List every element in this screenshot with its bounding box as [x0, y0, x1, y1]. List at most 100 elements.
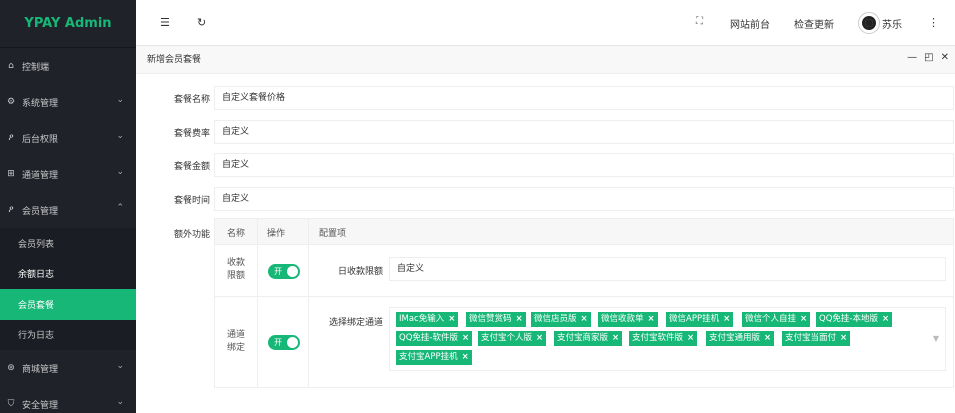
chevron-down-icon: ⌄	[116, 167, 124, 177]
sidebar-subitem-behavior-log[interactable]: 行为日志	[0, 320, 136, 351]
remove-tag-icon[interactable]: ×	[687, 333, 694, 343]
remove-tag-icon[interactable]: ×	[648, 314, 655, 324]
user-icon: ዖ	[8, 133, 14, 143]
close-icon[interactable]: ✕	[941, 52, 949, 63]
channel-tag-label: 支付宝个人版	[481, 333, 533, 343]
sidebar-item-label: 后台权限	[22, 134, 59, 145]
channel-tag[interactable]: 微信APP挂机 ×	[666, 312, 734, 327]
field-label: 套餐时间	[173, 196, 210, 206]
remove-tag-icon[interactable]: ×	[581, 314, 588, 324]
site-front-link[interactable]: 网站前台	[730, 16, 770, 31]
remove-tag-icon[interactable]: ×	[516, 314, 523, 324]
sidebar-item-label: 会员管理	[22, 206, 59, 217]
check-update-link[interactable]: 检查更新	[794, 16, 834, 31]
row-name-line: 通道	[226, 330, 245, 340]
top-header: ☰ ↻ ⛶ 网站前台 检查更新 苏乐 ⋮	[136, 0, 955, 46]
sidebar-item-security[interactable]: ⛉ 安全管理 ⌄	[0, 386, 136, 413]
field-label: 套餐费率	[173, 129, 210, 139]
menu-toggle-icon[interactable]: ☰	[160, 16, 170, 29]
panel-tools: — ◰ ✕	[907, 52, 949, 63]
channel-binding-toggle[interactable]: 开	[268, 335, 300, 350]
refresh-icon[interactable]: ↻	[197, 16, 206, 29]
form-panel: 新增会员套餐 — ◰ ✕ 套餐名称 自定义套餐价格 套餐费率 自定义 套餐金额 …	[136, 46, 955, 413]
channel-tag[interactable]: 支付宝APP挂机 ×	[396, 350, 472, 365]
user-icon: ዖ	[8, 205, 14, 215]
channel-tag[interactable]: 支付宝个人版 ×	[478, 331, 547, 346]
username[interactable]: 苏乐	[882, 16, 902, 31]
sidebar-item-label: 安全管理	[22, 400, 59, 411]
maximize-icon[interactable]: ◰	[924, 52, 933, 63]
form-row-name: 套餐名称 自定义套餐价格	[136, 86, 955, 110]
plan-name-input[interactable]: 自定义套餐价格	[214, 86, 954, 110]
plan-amount-input[interactable]: 自定义	[214, 153, 954, 177]
remove-tag-icon[interactable]: ×	[764, 333, 771, 343]
avatar[interactable]	[858, 12, 880, 34]
app-logo[interactable]: YPAY Admin	[0, 0, 136, 48]
toggle-label: 开	[274, 267, 282, 276]
row-name-line: 绑定	[226, 343, 245, 353]
toggle-label: 开	[274, 338, 282, 347]
remove-tag-icon[interactable]: ×	[723, 314, 730, 324]
remove-tag-icon[interactable]: ×	[882, 314, 889, 324]
remove-tag-icon[interactable]: ×	[448, 314, 455, 324]
dropdown-caret-icon[interactable]: ▼	[933, 334, 939, 343]
channel-tag-label: 微信店员版	[534, 314, 577, 324]
remove-tag-icon[interactable]: ×	[800, 314, 807, 324]
channel-tag[interactable]: 支付宝商家版 ×	[554, 331, 623, 346]
plan-duration-input[interactable]: 自定义	[214, 187, 954, 211]
remove-tag-icon[interactable]: ×	[612, 333, 619, 343]
table-header: 名称 操作 配置项	[215, 219, 953, 245]
sidebar-item-members[interactable]: ዖ 会员管理 ⌃	[0, 192, 136, 228]
sidebar-item-label: 商城管理	[22, 364, 59, 375]
chevron-down-icon: ⌄	[116, 95, 124, 105]
remove-tag-icon[interactable]: ×	[462, 352, 469, 362]
sidebar: YPAY Admin ⌂ 控制端 ⚙ 系统管理 ⌄ ዖ 后台权限 ⌄ ⊞ 通道管…	[0, 0, 136, 413]
fullscreen-icon[interactable]: ⛶	[696, 16, 703, 27]
plan-rate-input[interactable]: 自定义	[214, 120, 954, 144]
sidebar-subitem-balance-log[interactable]: 余额日志	[0, 259, 136, 290]
sidebar-item-dashboard[interactable]: ⌂ 控制端	[0, 48, 136, 84]
sidebar-item-permissions[interactable]: ዖ 后台权限 ⌄	[0, 120, 136, 156]
remove-tag-icon[interactable]: ×	[840, 333, 847, 343]
channel-tag[interactable]: 支付宝通用版 ×	[706, 331, 775, 346]
row-name-line: 限额	[226, 271, 245, 281]
channel-tag[interactable]: 支付宝当面付 ×	[782, 331, 851, 346]
extra-features-table: 名称 操作 配置项 收款 限额 开 日收款限额 自定义 通道 绑定 开 选择绑定…	[214, 218, 954, 388]
sidebar-subitem-member-list[interactable]: 会员列表	[0, 228, 136, 259]
channel-tag-label: 微信收款单	[601, 314, 644, 324]
collection-limit-toggle[interactable]: 开	[268, 264, 300, 279]
gear-icon: ⚙	[6, 97, 16, 107]
sidebar-subitem-member-plans[interactable]: 会员套餐	[0, 289, 136, 320]
toggle-knob	[287, 266, 298, 277]
sidebar-item-shop[interactable]: ⊛ 商城管理 ⌄	[0, 350, 136, 386]
channel-tag[interactable]: QQ免挂-本地版 ×	[816, 312, 893, 327]
chevron-down-icon: ⌄	[116, 397, 124, 407]
channel-tag[interactable]: 微信收款单 ×	[598, 312, 658, 327]
minimize-icon[interactable]: —	[907, 52, 917, 63]
more-icon[interactable]: ⋮	[928, 16, 939, 29]
table-row: 通道 绑定 开 选择绑定通道 IMac免输入 × 微信赞赏码 × 微信店员版 × 微信收款单…	[215, 297, 953, 387]
column-header-action: 操作	[267, 229, 286, 239]
channel-multiselect[interactable]: IMac免输入 × 微信赞赏码 × 微信店员版 × 微信收款单 × 微信APP挂机 × 微信个人自挂…	[389, 307, 946, 371]
channel-tag-label: 微信赞赏码	[469, 314, 512, 324]
channel-tag-label: 支付宝通用版	[709, 333, 761, 343]
table-row: 收款 限额 开 日收款限额 自定义	[215, 245, 953, 297]
row-name: 收款 限额	[215, 257, 257, 283]
channel-tag[interactable]: 微信店员版 ×	[531, 312, 591, 327]
extra-features-label: 额外功能	[173, 230, 210, 240]
channel-tag[interactable]: 微信个人自挂 ×	[742, 312, 811, 327]
sidebar-item-channels[interactable]: ⊞ 通道管理 ⌄	[0, 156, 136, 192]
daily-limit-input[interactable]: 自定义	[389, 257, 946, 281]
channel-tag[interactable]: 支付宝软件版 ×	[629, 331, 698, 346]
remove-tag-icon[interactable]: ×	[536, 333, 543, 343]
bind-channel-label: 选择绑定通道	[328, 318, 383, 328]
remove-tag-icon[interactable]: ×	[462, 333, 469, 343]
column-header-name: 名称	[227, 229, 246, 239]
channel-tag[interactable]: IMac免输入 ×	[396, 312, 459, 327]
sidebar-item-system[interactable]: ⚙ 系统管理 ⌄	[0, 84, 136, 120]
channel-tag-label: 支付宝APP挂机	[399, 352, 458, 362]
sidebar-item-label: 系统管理	[22, 98, 59, 109]
channel-tag[interactable]: 微信赞赏码 ×	[466, 312, 526, 327]
channel-tag[interactable]: QQ免挂-软件版 ×	[396, 331, 473, 346]
toggle-knob	[287, 337, 298, 348]
